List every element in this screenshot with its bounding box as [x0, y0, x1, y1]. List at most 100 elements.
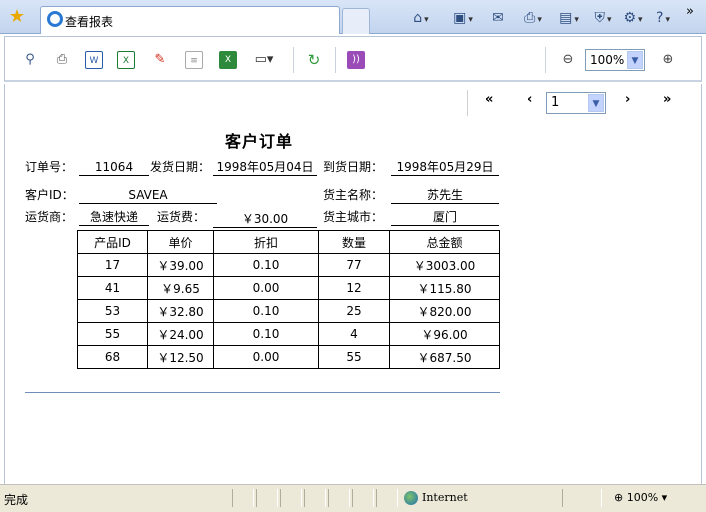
table-row: 55 ￥24.00 0.10 4 ￥96.00: [77, 322, 500, 346]
report-footer-line: [25, 392, 500, 393]
export-excel-icon[interactable]: X: [117, 51, 135, 69]
customer-id-value: SAVEA: [79, 186, 217, 204]
favorites-star-icon[interactable]: ★: [6, 6, 28, 28]
last-page-button[interactable]: »: [663, 92, 671, 107]
col-product-id: 产品ID: [77, 230, 148, 254]
tools-icon[interactable]: ⚙: [618, 8, 648, 28]
cell-total: ￥96.00: [389, 322, 500, 346]
export-csv-icon[interactable]: X: [219, 51, 237, 69]
page-select[interactable]: 1 ▼: [546, 92, 606, 114]
status-bar: 完成 Internet ⊕ 100% ▾: [0, 484, 706, 512]
display-menu-icon[interactable]: ▭▾: [249, 51, 279, 69]
cell-discount: 0.00: [213, 345, 319, 369]
status-cell: [304, 489, 326, 507]
globe-icon: [404, 491, 418, 505]
new-tab-button[interactable]: [342, 8, 370, 34]
browser-tab-bar: ★ 查看报表 ⌂ ▣ ✉ ⎙ ▤ ⛨ ⚙ ? »: [0, 0, 706, 34]
safety-icon[interactable]: ⛨: [588, 8, 618, 28]
consignee-label: 货主名称：: [323, 188, 384, 202]
zoom-select[interactable]: 100% ▼: [585, 49, 645, 71]
pager-separator: [467, 90, 468, 116]
chevron-down-icon: ▾: [661, 491, 668, 504]
consignee-city-value: 厦门: [391, 208, 499, 226]
freight-label: 运货费：: [157, 210, 206, 224]
export-word-icon[interactable]: W: [85, 51, 103, 69]
rss-icon[interactable]: )): [347, 51, 365, 69]
home-icon[interactable]: ⌂: [406, 8, 436, 28]
zoom-value: 100%: [590, 53, 625, 67]
cell-product-id: 41: [77, 276, 148, 300]
arrive-date-value: 1998年05月29日: [391, 158, 499, 176]
ship-date-label: 发货日期：: [150, 160, 211, 174]
col-discount: 折扣: [213, 230, 319, 254]
status-zoom[interactable]: ⊕ 100% ▾: [614, 489, 667, 507]
cell-quantity: 4: [318, 322, 390, 346]
cell-quantity: 12: [318, 276, 390, 300]
cell-total: ￥687.50: [389, 345, 500, 369]
ie-logo-icon: [47, 11, 63, 27]
zoom-icon: ⊕: [614, 491, 624, 504]
toolbar-separator: [545, 47, 546, 73]
table-row: 68 ￥12.50 0.00 55 ￥687.50: [77, 345, 500, 369]
cell-total: ￥3003.00: [389, 253, 500, 277]
status-text: 完成: [4, 493, 29, 507]
protected-mode-cell[interactable]: [562, 489, 602, 507]
prev-page-button[interactable]: ‹: [527, 92, 532, 107]
cell-quantity: 55: [318, 345, 390, 369]
status-cell: [232, 489, 254, 507]
cell-total: ￥115.80: [389, 276, 500, 300]
security-zone[interactable]: Internet: [404, 489, 468, 507]
more-commands-chevron[interactable]: »: [680, 2, 700, 22]
read-mail-icon[interactable]: ✉: [488, 8, 508, 28]
order-no-label: 订单号：: [25, 160, 74, 174]
search-icon[interactable]: ⚲: [21, 51, 39, 69]
freight-value: ￥30.00: [213, 210, 317, 228]
status-cell: [328, 489, 350, 507]
cell-product-id: 53: [77, 299, 148, 323]
cell-discount: 0.10: [213, 322, 319, 346]
table-header-row: 产品ID 单价 折扣 数量 总金额: [77, 230, 500, 254]
report-title: 客户订单: [225, 132, 294, 151]
col-quantity: 数量: [318, 230, 390, 254]
customer-id-label: 客户ID：: [25, 188, 74, 202]
help-icon[interactable]: ?: [648, 8, 678, 28]
page-value: 1: [551, 95, 560, 110]
ship-date-value: 1998年05月04日: [213, 158, 317, 176]
cell-unit-price: ￥9.65: [147, 276, 214, 300]
table-row: 17 ￥39.00 0.10 77 ￥3003.00: [77, 253, 500, 277]
page-icon[interactable]: ▤: [554, 8, 584, 28]
toolbar-separator: [335, 47, 336, 73]
zoom-in-icon[interactable]: ⊕: [659, 51, 677, 69]
first-page-button[interactable]: «: [485, 92, 493, 107]
report-toolbar: ⚲ ⎙ W X ✎ ≡ X ▭▾ ↻ )) ⊖ 100% ▼ ⊕: [4, 36, 702, 82]
feeds-icon[interactable]: ▣: [448, 8, 478, 28]
shipper-value: 急速快递: [79, 208, 149, 226]
table-row: 41 ￥9.65 0.00 12 ￥115.80: [77, 276, 500, 300]
refresh-icon[interactable]: ↻: [305, 51, 323, 69]
zoom-out-icon[interactable]: ⊖: [559, 51, 577, 69]
next-page-button[interactable]: ›: [625, 92, 630, 107]
zone-label: Internet: [422, 491, 468, 504]
cell-discount: 0.10: [213, 299, 319, 323]
table-row: 53 ￥32.80 0.10 25 ￥820.00: [77, 299, 500, 323]
cell-unit-price: ￥12.50: [147, 345, 214, 369]
order-no-value: 11064: [79, 158, 149, 176]
cell-total: ￥820.00: [389, 299, 500, 323]
status-cell: [256, 489, 278, 507]
export-pdf-icon[interactable]: ✎: [151, 51, 169, 69]
tab-title: 查看报表: [65, 15, 114, 29]
print-icon[interactable]: ⎙: [53, 51, 71, 69]
chevron-down-icon[interactable]: ▼: [588, 94, 604, 112]
order-details-table: 产品ID 单价 折扣 数量 总金额 17 ￥39.00 0.10 77 ￥300…: [77, 230, 500, 369]
toolbar-separator: [293, 47, 294, 73]
cell-product-id: 17: [77, 253, 148, 277]
shipper-label: 运货商：: [25, 210, 74, 224]
export-text-icon[interactable]: ≡: [185, 51, 203, 69]
print-icon[interactable]: ⎙: [516, 8, 550, 28]
chevron-down-icon[interactable]: ▼: [627, 51, 643, 69]
status-cell: [352, 489, 374, 507]
col-unit-price: 单价: [147, 230, 214, 254]
cell-product-id: 55: [77, 322, 148, 346]
cell-quantity: 77: [318, 253, 390, 277]
browser-tab[interactable]: 查看报表: [40, 6, 340, 34]
